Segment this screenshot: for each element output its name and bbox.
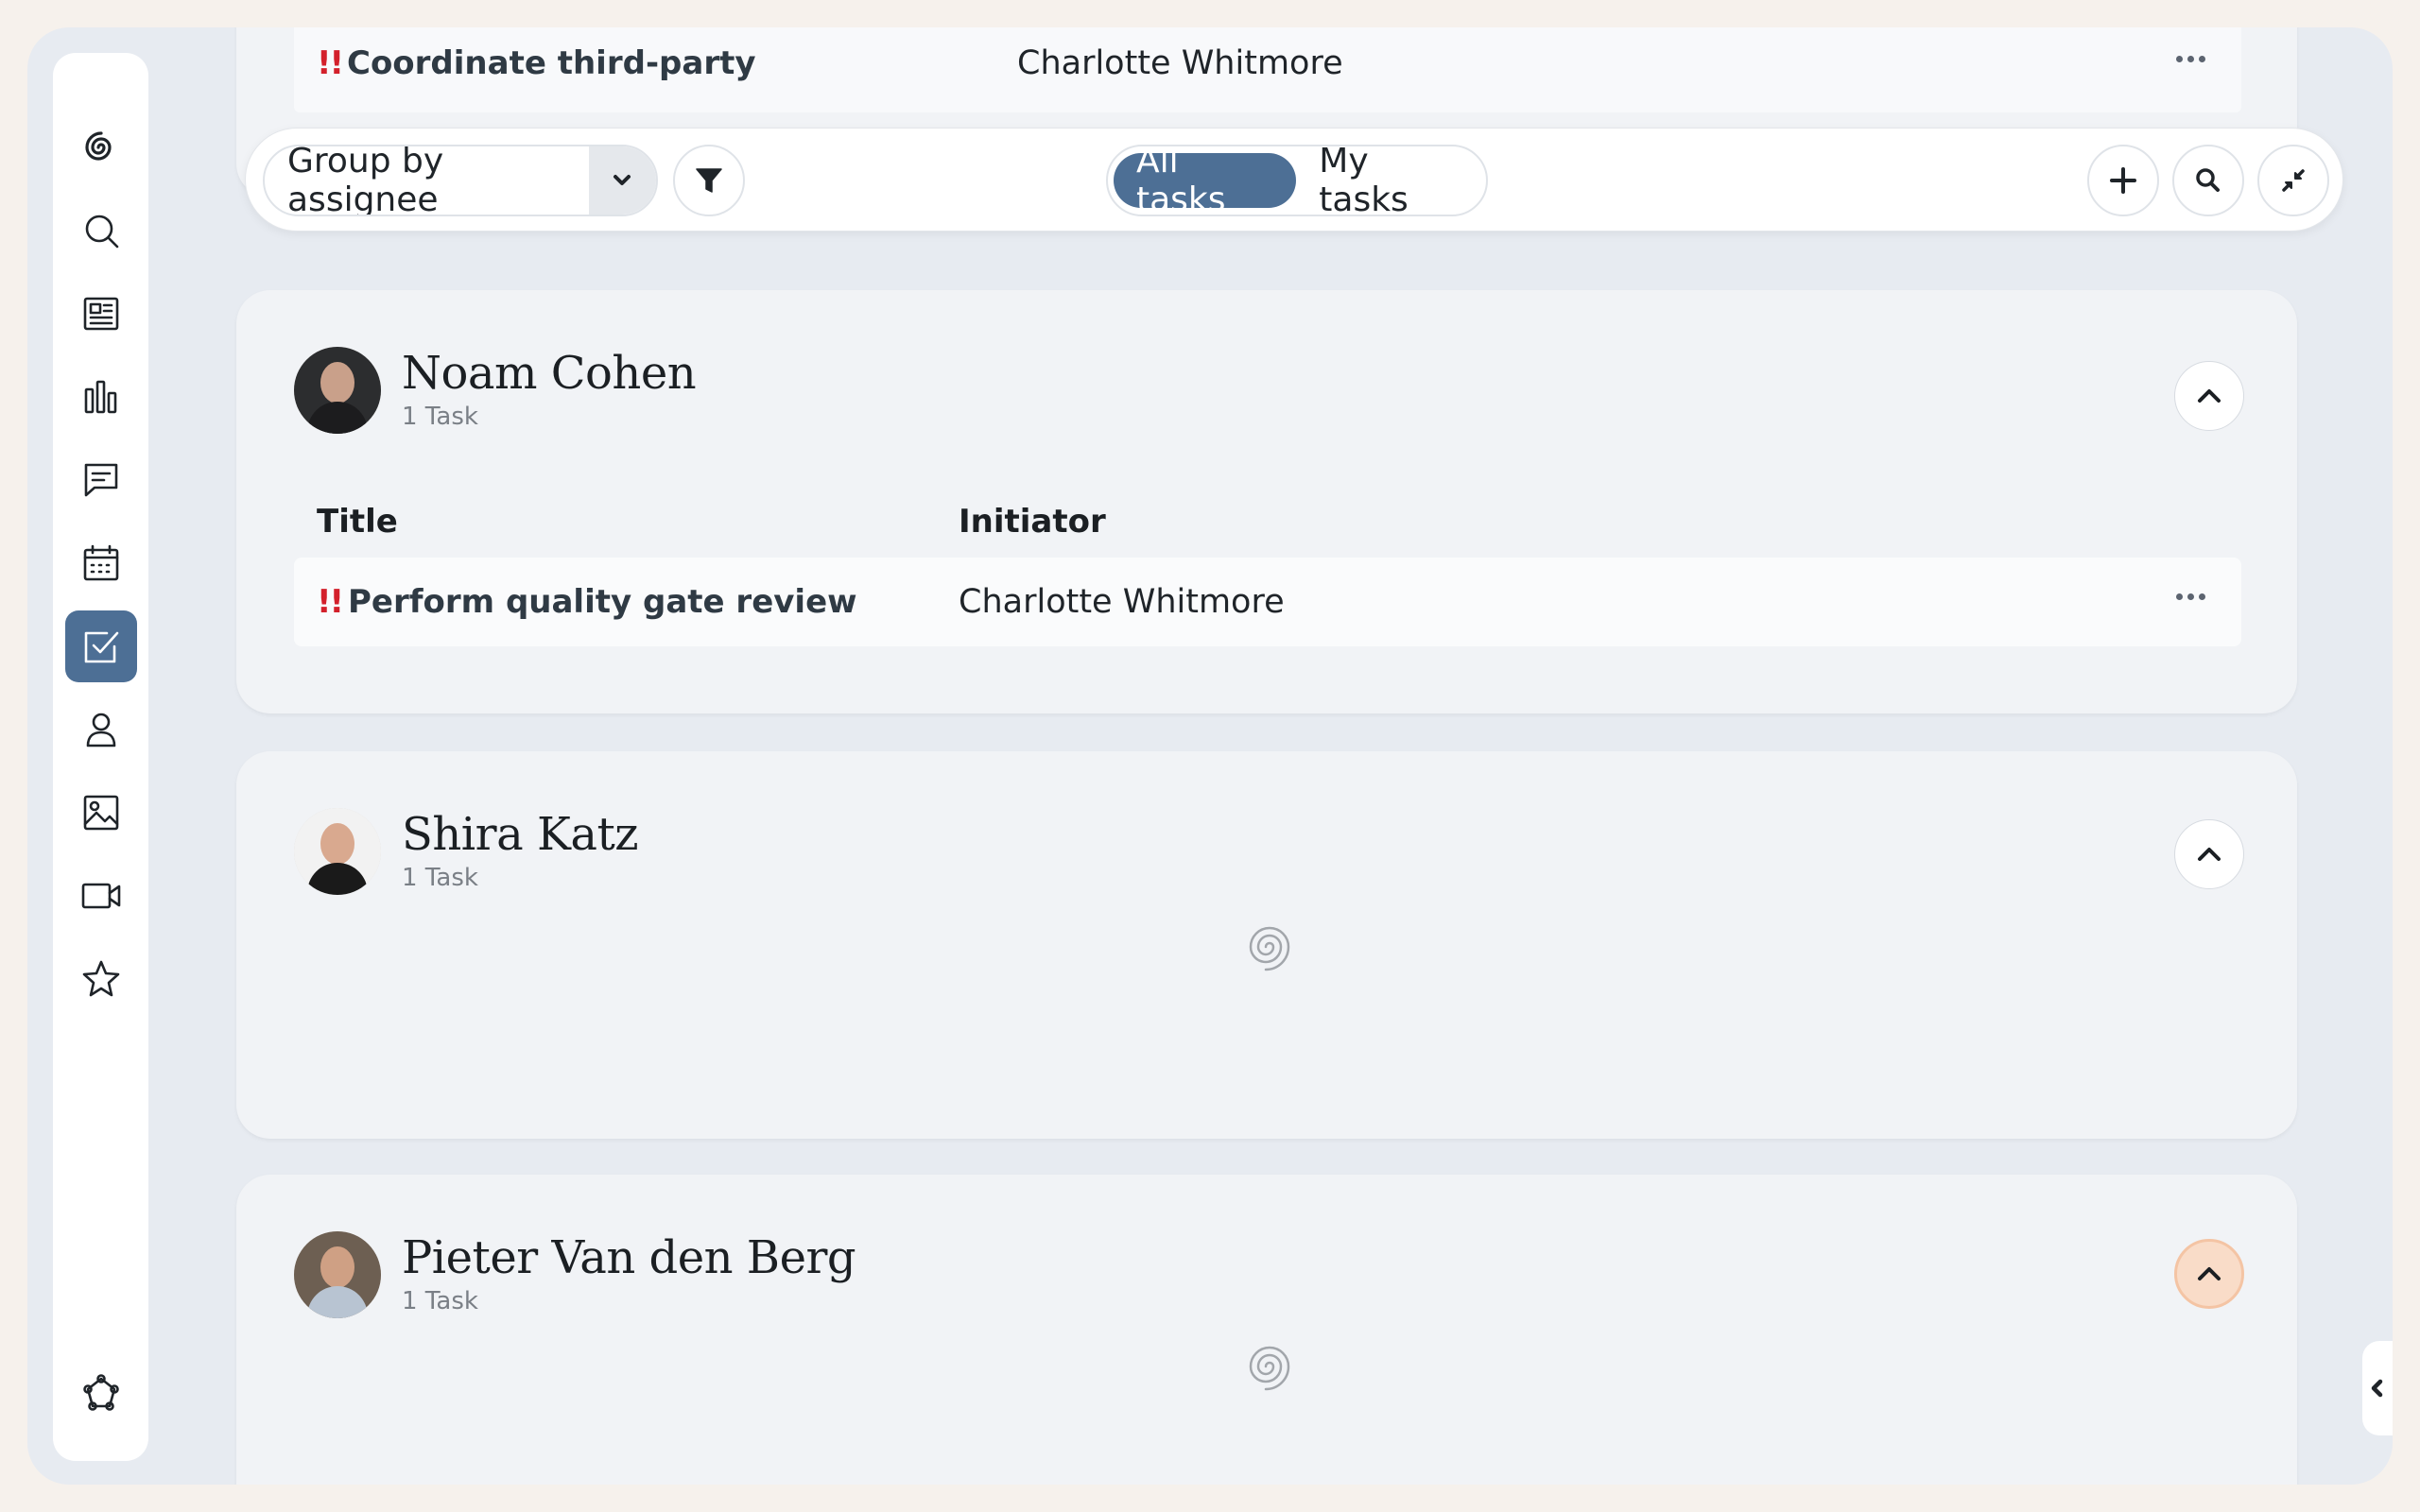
app-frame: !! Coordinate third-party Charlotte Whit… bbox=[27, 27, 2393, 1485]
priority-icon: !! bbox=[317, 44, 344, 82]
gallery-icon bbox=[83, 795, 118, 831]
avatar bbox=[294, 808, 381, 895]
sidebar-item-search[interactable] bbox=[65, 195, 137, 266]
chevron-up-icon bbox=[2198, 1267, 2221, 1280]
minimize-icon bbox=[2282, 169, 2305, 192]
sidebar-item-news[interactable] bbox=[65, 278, 137, 350]
chevron-down-icon bbox=[614, 175, 631, 185]
chevron-up-icon bbox=[2198, 389, 2221, 403]
avatar bbox=[294, 1231, 381, 1318]
search-icon bbox=[2196, 168, 2220, 192]
loading-spinner-icon bbox=[1229, 906, 1310, 988]
task-board[interactable]: !! Coordinate third-party Charlotte Whit… bbox=[236, 27, 2325, 1485]
chevron-left-icon bbox=[2371, 1379, 2383, 1398]
assignee-name: Pieter Van den Berg bbox=[402, 1230, 856, 1284]
collapse-group-button[interactable] bbox=[2174, 361, 2244, 431]
calendar-icon bbox=[83, 544, 118, 581]
tab-my-tasks[interactable]: My tasks bbox=[1296, 142, 1486, 219]
task-count: 1 Task bbox=[402, 1287, 478, 1316]
group-header: Noam Cohen 1 Task bbox=[294, 346, 697, 434]
task-title[interactable]: Coordinate third-party bbox=[347, 44, 958, 82]
assignee-name: Noam Cohen bbox=[402, 346, 697, 400]
group-card-pieter-van-den-berg: Pieter Van den Berg 1 Task bbox=[236, 1175, 2297, 1485]
news-icon bbox=[83, 297, 118, 331]
tasks-icon bbox=[84, 631, 118, 663]
chevron-up-icon bbox=[2198, 848, 2221, 861]
filter-icon bbox=[696, 168, 722, 193]
more-options-icon[interactable] bbox=[2176, 56, 2205, 62]
group-header: Pieter Van den Berg 1 Task bbox=[294, 1231, 856, 1318]
sidebar-item-video[interactable] bbox=[65, 860, 137, 932]
sidebar bbox=[53, 53, 148, 1461]
sidebar-item-tasks[interactable] bbox=[64, 610, 137, 682]
priority-icon: !! bbox=[317, 583, 344, 621]
view-toggle: All tasks My tasks bbox=[1106, 142, 1488, 219]
group-by-dropdown-toggle[interactable] bbox=[588, 146, 656, 215]
group-by-label: Group by assignee bbox=[287, 145, 444, 216]
search-button[interactable] bbox=[2172, 145, 2244, 216]
sidebar-item-favorites[interactable] bbox=[65, 943, 137, 1015]
avatar bbox=[294, 347, 381, 434]
analytics-icon bbox=[84, 380, 116, 414]
collapse-view-button[interactable] bbox=[2257, 145, 2329, 216]
group-header: Shira Katz 1 Task bbox=[294, 807, 639, 895]
sidebar-item-messages[interactable] bbox=[65, 444, 137, 516]
group-card-noam-cohen: Noam Cohen 1 Task Title Initiator !! Per… bbox=[236, 290, 2297, 713]
task-row[interactable]: !! Coordinate third-party Charlotte Whit… bbox=[294, 27, 2241, 112]
sidebar-item-settings[interactable] bbox=[65, 1357, 137, 1429]
loading-spinner-icon bbox=[1229, 1326, 1310, 1407]
filter-button[interactable] bbox=[673, 145, 745, 216]
task-count: 1 Task bbox=[402, 864, 478, 893]
side-panel-toggle[interactable] bbox=[2362, 1341, 2393, 1435]
group-by-select[interactable]: Group by assignee bbox=[263, 145, 658, 216]
column-header-initiator: Initiator bbox=[959, 503, 1106, 541]
favorites-icon bbox=[82, 960, 119, 997]
sidebar-item-gallery[interactable] bbox=[65, 777, 137, 849]
task-row[interactable]: !! Perform quality gate review Charlotte… bbox=[294, 558, 2241, 646]
collapse-group-button[interactable] bbox=[2174, 1239, 2244, 1309]
sidebar-item-analytics[interactable] bbox=[65, 361, 137, 433]
group-card-shira-katz: Shira Katz 1 Task bbox=[236, 751, 2297, 1139]
more-options-icon[interactable] bbox=[2176, 593, 2205, 600]
column-header-title: Title bbox=[317, 503, 398, 541]
task-count: 1 Task bbox=[402, 403, 478, 432]
sidebar-item-calendar[interactable] bbox=[65, 527, 137, 599]
task-title[interactable]: Perform quality gate review bbox=[348, 583, 959, 621]
settings-icon bbox=[82, 1374, 119, 1411]
sidebar-nav bbox=[64, 112, 137, 1026]
tab-all-tasks[interactable]: All tasks bbox=[1114, 142, 1297, 219]
people-icon bbox=[86, 713, 115, 747]
add-task-button[interactable] bbox=[2087, 145, 2159, 216]
column-headers: Title Initiator bbox=[317, 503, 1106, 541]
logo-icon bbox=[84, 131, 112, 161]
sidebar-item-people[interactable] bbox=[65, 694, 137, 765]
sidebar-item-home[interactable] bbox=[65, 112, 137, 183]
task-initiator: Charlotte Whitmore bbox=[959, 583, 1285, 621]
board-toolbar: Group by assignee All tasks My tasks bbox=[245, 128, 2343, 232]
assignee-name: Shira Katz bbox=[402, 807, 639, 861]
messages-icon bbox=[84, 463, 117, 497]
collapse-group-button[interactable] bbox=[2174, 819, 2244, 889]
plus-icon bbox=[2110, 167, 2136, 194]
video-icon bbox=[81, 883, 120, 909]
task-initiator: Charlotte Whitmore bbox=[1017, 44, 1343, 82]
search-icon bbox=[85, 215, 118, 249]
